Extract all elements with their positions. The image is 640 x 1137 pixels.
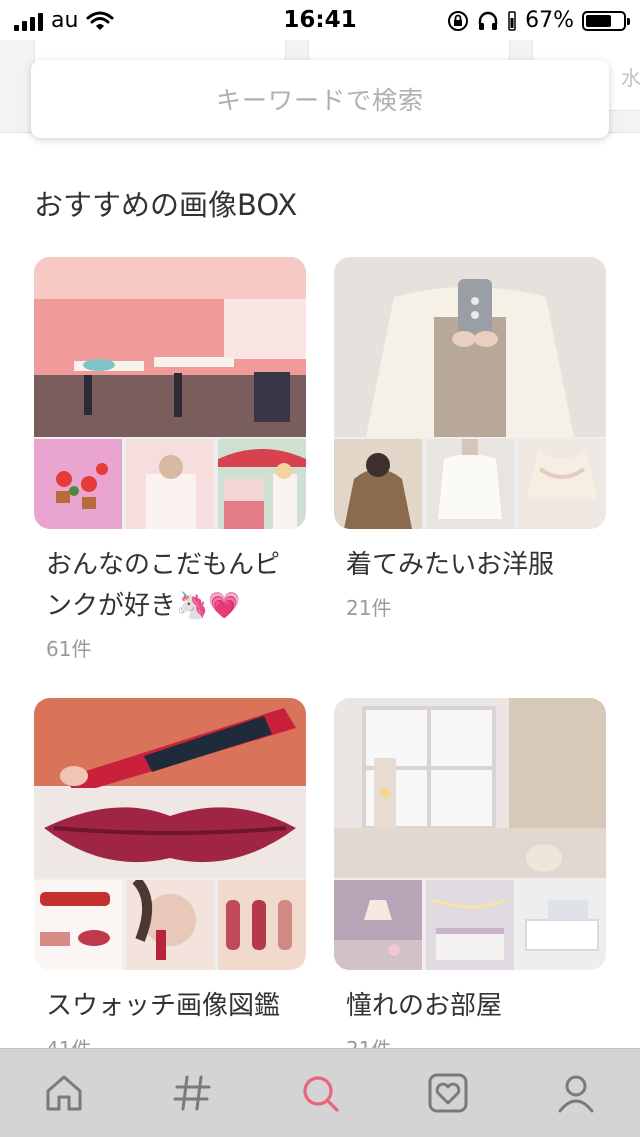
image-box-card[interactable]: 憧れのお部屋 21件 — [334, 698, 606, 1062]
box-sub-image — [426, 439, 514, 529]
category-tab-label: 水 — [621, 66, 640, 90]
battery-percent: 67% — [525, 8, 574, 33]
box-sub-image — [334, 880, 422, 970]
headphones-icon — [478, 11, 498, 30]
box-main-image — [34, 257, 306, 437]
box-thumbnail[interactable] — [34, 257, 306, 529]
box-sub-image — [34, 880, 122, 970]
box-main-image — [334, 698, 606, 878]
box-sub-image — [126, 880, 214, 970]
box-title[interactable]: 憧れのお部屋 — [346, 986, 594, 1027]
box-sub-image — [426, 880, 514, 970]
section-title: おすすめの画像BOX — [34, 188, 298, 222]
tab-favorites[interactable] — [418, 1063, 478, 1123]
box-sub-image — [334, 439, 422, 529]
box-sub-image — [518, 439, 606, 529]
status-bar: au 16:41 67% — [0, 0, 640, 40]
box-count: 61件 — [46, 637, 92, 661]
box-sub-image — [218, 439, 306, 529]
search-placeholder: キーワードで検索 — [215, 86, 424, 115]
search-icon — [303, 1076, 339, 1112]
battery-icon — [582, 10, 630, 31]
tab-search[interactable] — [290, 1063, 350, 1123]
tab-hashtag[interactable] — [162, 1063, 222, 1123]
image-box-card[interactable]: 着てみたいお洋服 21件 — [334, 257, 606, 621]
box-title[interactable]: 着てみたいお洋服 — [346, 545, 594, 586]
box-main-image — [34, 698, 306, 878]
box-main-image — [334, 257, 606, 437]
box-count: 21件 — [346, 596, 392, 620]
favorites-icon — [428, 1073, 468, 1113]
home-icon — [46, 1075, 82, 1111]
hashtag-icon — [173, 1075, 211, 1111]
box-title[interactable]: スウォッチ画像図鑑 — [46, 986, 294, 1027]
image-box-card[interactable]: おんなのこだもんピンクが好き🦄💗 61件 — [34, 257, 306, 662]
tab-profile[interactable] — [546, 1063, 606, 1123]
profile-icon — [558, 1075, 594, 1113]
box-thumbnail[interactable] — [34, 698, 306, 970]
bottom-tab-bar — [0, 1048, 640, 1137]
box-sub-image — [34, 439, 122, 529]
box-thumbnail[interactable] — [334, 698, 606, 970]
box-title[interactable]: おんなのこだもんピンクが好き🦄💗 — [46, 545, 294, 627]
box-thumbnail[interactable] — [334, 257, 606, 529]
search-input[interactable]: キーワードで検索 — [31, 60, 609, 138]
box-sub-image — [126, 439, 214, 529]
image-box-card[interactable]: スウォッチ画像図鑑 41件 — [34, 698, 306, 1062]
tab-home[interactable] — [34, 1063, 94, 1123]
alarm-icon — [508, 10, 516, 31]
box-sub-image — [218, 880, 306, 970]
box-sub-image — [518, 880, 606, 970]
rotation-lock-icon — [448, 10, 469, 31]
